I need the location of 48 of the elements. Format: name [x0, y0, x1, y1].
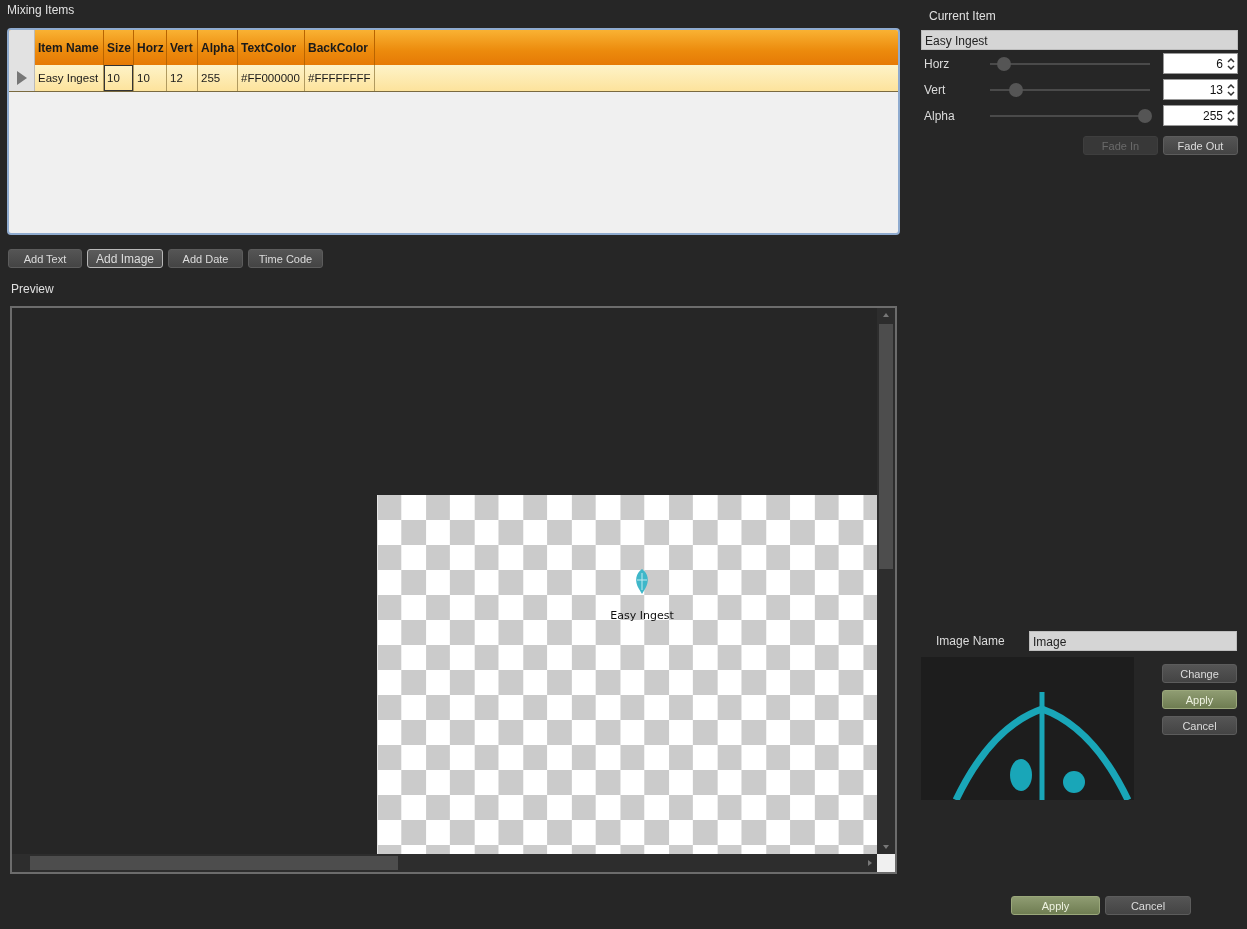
- table-cell: #FF000000: [238, 65, 305, 91]
- table-cell: 10: [104, 65, 134, 91]
- image-name-field[interactable]: Image: [1029, 631, 1237, 651]
- slider-label: Alpha: [923, 108, 956, 123]
- slider-thumb[interactable]: [997, 56, 1012, 71]
- add-button[interactable]: Add Date: [168, 249, 243, 268]
- table-cell: 10: [134, 65, 167, 91]
- table-cell: 255: [198, 65, 238, 91]
- table-row[interactable]: Easy Ingest 10 10 12 255 #FF000000 #FFFFFFFF: [9, 65, 898, 92]
- add-button[interactable]: Add Text: [8, 249, 82, 268]
- slider-label: Vert: [923, 82, 947, 97]
- fade-button[interactable]: Fade Out: [1163, 136, 1238, 155]
- spin-arrows-icon[interactable]: [1227, 81, 1235, 98]
- column-header[interactable]: Size: [104, 30, 134, 65]
- horizontal-scrollbar[interactable]: [12, 854, 877, 872]
- slider-thumb[interactable]: [1008, 82, 1023, 97]
- row-header[interactable]: [9, 65, 35, 91]
- table-cell: #FFFFFFFF: [305, 65, 375, 91]
- scrollbar-corner: [877, 854, 895, 872]
- image-button[interactable]: Change: [1162, 664, 1237, 683]
- spin-field[interactable]: 6: [1163, 53, 1238, 74]
- spin-field[interactable]: 13: [1163, 79, 1238, 100]
- spin-value: 13: [1209, 82, 1223, 97]
- spin-field[interactable]: 255: [1163, 105, 1238, 126]
- add-button[interactable]: Add Image: [87, 249, 163, 268]
- slider-track[interactable]: [990, 108, 1150, 123]
- header-corner: [9, 30, 35, 65]
- image-button[interactable]: Cancel: [1162, 716, 1237, 735]
- spin-value: 6: [1216, 56, 1223, 71]
- section-title: Preview: [10, 282, 55, 296]
- table-cell: 12: [167, 65, 198, 91]
- spin-value: 255: [1202, 108, 1223, 123]
- panel-title: Mixing Items: [7, 2, 76, 18]
- slider-track[interactable]: [990, 56, 1150, 71]
- preview-caption: Easy Ingest: [610, 609, 674, 622]
- add-button[interactable]: Time Code: [248, 249, 323, 268]
- slider-thumb[interactable]: [1138, 108, 1153, 123]
- table-cell: Easy Ingest: [35, 65, 104, 91]
- section-title: Current Item: [929, 9, 997, 23]
- field-label: Image Name: [935, 634, 1006, 648]
- dialog-button[interactable]: Cancel: [1105, 896, 1191, 915]
- vertical-scrollbar[interactable]: [877, 308, 895, 854]
- slider-label: Horz: [923, 56, 951, 71]
- spin-arrows-icon[interactable]: [1227, 55, 1235, 72]
- row-indicator-icon: [16, 71, 27, 85]
- spin-arrows-icon[interactable]: [1227, 107, 1235, 124]
- slider-track[interactable]: [990, 82, 1150, 97]
- item-name-field[interactable]: Easy Ingest: [921, 30, 1238, 50]
